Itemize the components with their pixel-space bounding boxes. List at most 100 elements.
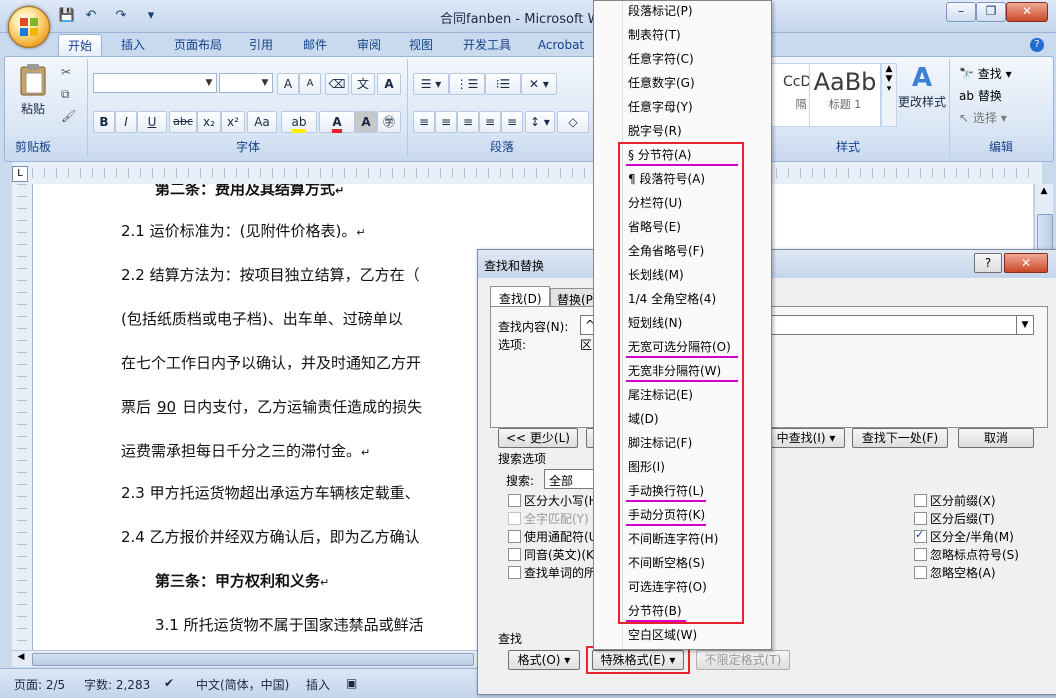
word-count[interactable]: 字数: 2,283 (84, 676, 150, 693)
hscroll-thumb[interactable] (32, 653, 474, 666)
bold-button[interactable]: B (93, 111, 115, 133)
multilevel-list-icon[interactable]: ⁝☰ (485, 73, 521, 95)
shrink-font-button[interactable]: A (299, 73, 321, 95)
font-color-icon[interactable]: A (319, 111, 355, 133)
font-name-combo[interactable]: ▼ (93, 73, 217, 93)
cancel-button[interactable]: 取消 (958, 428, 1034, 448)
justify-icon[interactable]: ≡ (479, 111, 501, 133)
menu-item[interactable]: 空白区域(W) (628, 626, 697, 644)
restore-button[interactable]: ❐ (976, 2, 1006, 22)
align-right-icon[interactable]: ≡ (457, 111, 479, 133)
tab-developer[interactable]: 开发工具 (454, 34, 520, 56)
tab-find[interactable]: 查找(D) (490, 286, 550, 307)
help-icon[interactable]: ? (1030, 38, 1044, 52)
tab-acrobat[interactable]: Acrobat (532, 34, 590, 56)
language[interactable]: 中文(简体，中国) (196, 676, 289, 693)
close-button[interactable]: ✕ (1006, 2, 1048, 22)
format-button[interactable]: 格式(O) ▾ (508, 650, 580, 670)
search-direction-select[interactable]: 全部 (544, 469, 596, 489)
word-forms-checkbox[interactable] (508, 566, 521, 579)
align-center-icon[interactable]: ≡ (435, 111, 457, 133)
copy-icon[interactable]: ⧉ (61, 87, 70, 102)
char-shading-icon[interactable]: A (355, 111, 377, 133)
no-format-button[interactable]: 不限定格式(T) (696, 650, 790, 670)
menu-item[interactable]: 段落标记(P) (628, 2, 693, 20)
tab-mailings[interactable]: 邮件 (294, 34, 336, 56)
horizontal-ruler[interactable]: L (12, 162, 1042, 185)
char-border-icon[interactable]: A (377, 73, 401, 95)
bullets-icon[interactable]: ☰ ▾ (413, 73, 449, 95)
match-suffix-checkbox[interactable] (914, 512, 927, 525)
scroll-up-icon[interactable]: ▲ (1037, 186, 1051, 200)
font-group: ▼ ▼ A A ⌫ 文 A B I U abc x₂ x² Aa ab A A … (89, 59, 408, 157)
whole-word-checkbox[interactable] (508, 512, 521, 525)
strikethrough-button[interactable]: abc (169, 111, 197, 133)
subscript-button[interactable]: x₂ (197, 111, 221, 133)
superscript-button[interactable]: x² (221, 111, 245, 133)
minimize-button[interactable]: – (946, 2, 976, 22)
page-count[interactable]: 页面: 2/5 (14, 676, 65, 693)
match-case-checkbox[interactable] (508, 494, 521, 507)
align-left-icon[interactable]: ≡ (413, 111, 435, 133)
menu-item[interactable]: 任意字符(C) (628, 50, 694, 68)
find-in-button[interactable]: 中查找(I) ▾ (768, 428, 845, 448)
phonetic-guide-icon[interactable]: 文 (351, 73, 375, 95)
format-painter-icon[interactable]: 🖌 (61, 109, 76, 123)
enclose-char-icon[interactable]: ㊫ (377, 111, 401, 133)
less-button[interactable]: << 更少(L) (498, 428, 578, 448)
wildcards-checkbox[interactable] (508, 530, 521, 543)
tab-review[interactable]: 审阅 (348, 34, 390, 56)
numbering-icon[interactable]: ⋮☰ (449, 73, 485, 95)
find-next-button[interactable]: 查找下一处(F) (852, 428, 948, 448)
distributed-icon[interactable]: ≡ (501, 111, 523, 133)
text-direction-icon[interactable]: ✕ ▾ (521, 73, 557, 95)
menu-item[interactable]: 脱字号(R) (628, 122, 682, 140)
font-size-combo[interactable]: ▼ (219, 73, 273, 93)
menu-item[interactable]: 任意数字(G) (628, 74, 695, 92)
vertical-ruler[interactable] (12, 184, 33, 650)
match-width-checkbox[interactable] (914, 528, 927, 543)
shading-icon[interactable]: ◇ (557, 111, 589, 133)
underline-button[interactable]: U (137, 111, 167, 133)
undo-icon[interactable]: ↶ (82, 7, 100, 25)
tab-home[interactable]: 开始 (58, 34, 102, 57)
macro-record-icon[interactable]: ▣ (346, 676, 357, 690)
line-spacing-icon[interactable]: ↕ ▾ (525, 111, 555, 133)
change-styles-button[interactable]: A 更改样式 (897, 63, 947, 133)
customize-qat-icon[interactable]: ▾ (142, 7, 160, 25)
ignore-space-checkbox[interactable] (914, 566, 927, 579)
grow-font-button[interactable]: A (277, 73, 299, 95)
save-icon[interactable]: 💾 (58, 7, 76, 25)
paste-button[interactable]: 粘贴 (15, 63, 51, 123)
tab-references[interactable]: 引用 (240, 34, 282, 56)
sounds-like-checkbox[interactable] (508, 548, 521, 561)
insert-mode[interactable]: 插入 (306, 676, 330, 693)
replace-button[interactable]: ab 替换 (959, 87, 1002, 104)
chevron-down-icon[interactable]: ▼ (1016, 316, 1033, 334)
clear-format-icon[interactable]: ⌫ (325, 73, 349, 95)
tab-page-layout[interactable]: 页面布局 (166, 34, 230, 56)
cut-icon[interactable]: ✂ (61, 65, 71, 79)
styles-scroll[interactable]: ▲ ▼ ▾ (881, 63, 897, 127)
menu-item[interactable]: 任意字母(Y) (628, 98, 693, 116)
ignore-punct-label: 忽略标点符号(S) (930, 548, 1019, 562)
match-prefix-checkbox[interactable] (914, 494, 927, 507)
match-suffix-label: 区分后缀(T) (930, 512, 995, 526)
menu-item[interactable]: 制表符(T) (628, 26, 681, 44)
highlight-icon[interactable]: ab (281, 111, 317, 133)
italic-button[interactable]: I (115, 111, 137, 133)
scroll-left-icon[interactable]: ◀ (14, 652, 28, 666)
dialog-help-button[interactable]: ? (974, 253, 1002, 273)
select-button[interactable]: ↖ 选择 ▾ (959, 109, 1007, 126)
find-button[interactable]: 🔭 查找 ▾ (959, 65, 1012, 82)
change-case-button[interactable]: Aa (247, 111, 277, 133)
style-name: 标题 1 (828, 98, 862, 111)
tab-insert[interactable]: 插入 (112, 34, 154, 56)
ignore-punct-checkbox[interactable] (914, 548, 927, 561)
style-option-heading1[interactable]: AaBb 标题 1 (809, 63, 881, 127)
tab-selector-icon[interactable]: L (12, 166, 28, 182)
tab-view[interactable]: 视图 (400, 34, 442, 56)
redo-icon[interactable]: ↷ (112, 7, 130, 25)
proofing-icon[interactable]: ✔ (164, 676, 174, 690)
dialog-close-button[interactable]: ✕ (1004, 253, 1048, 273)
